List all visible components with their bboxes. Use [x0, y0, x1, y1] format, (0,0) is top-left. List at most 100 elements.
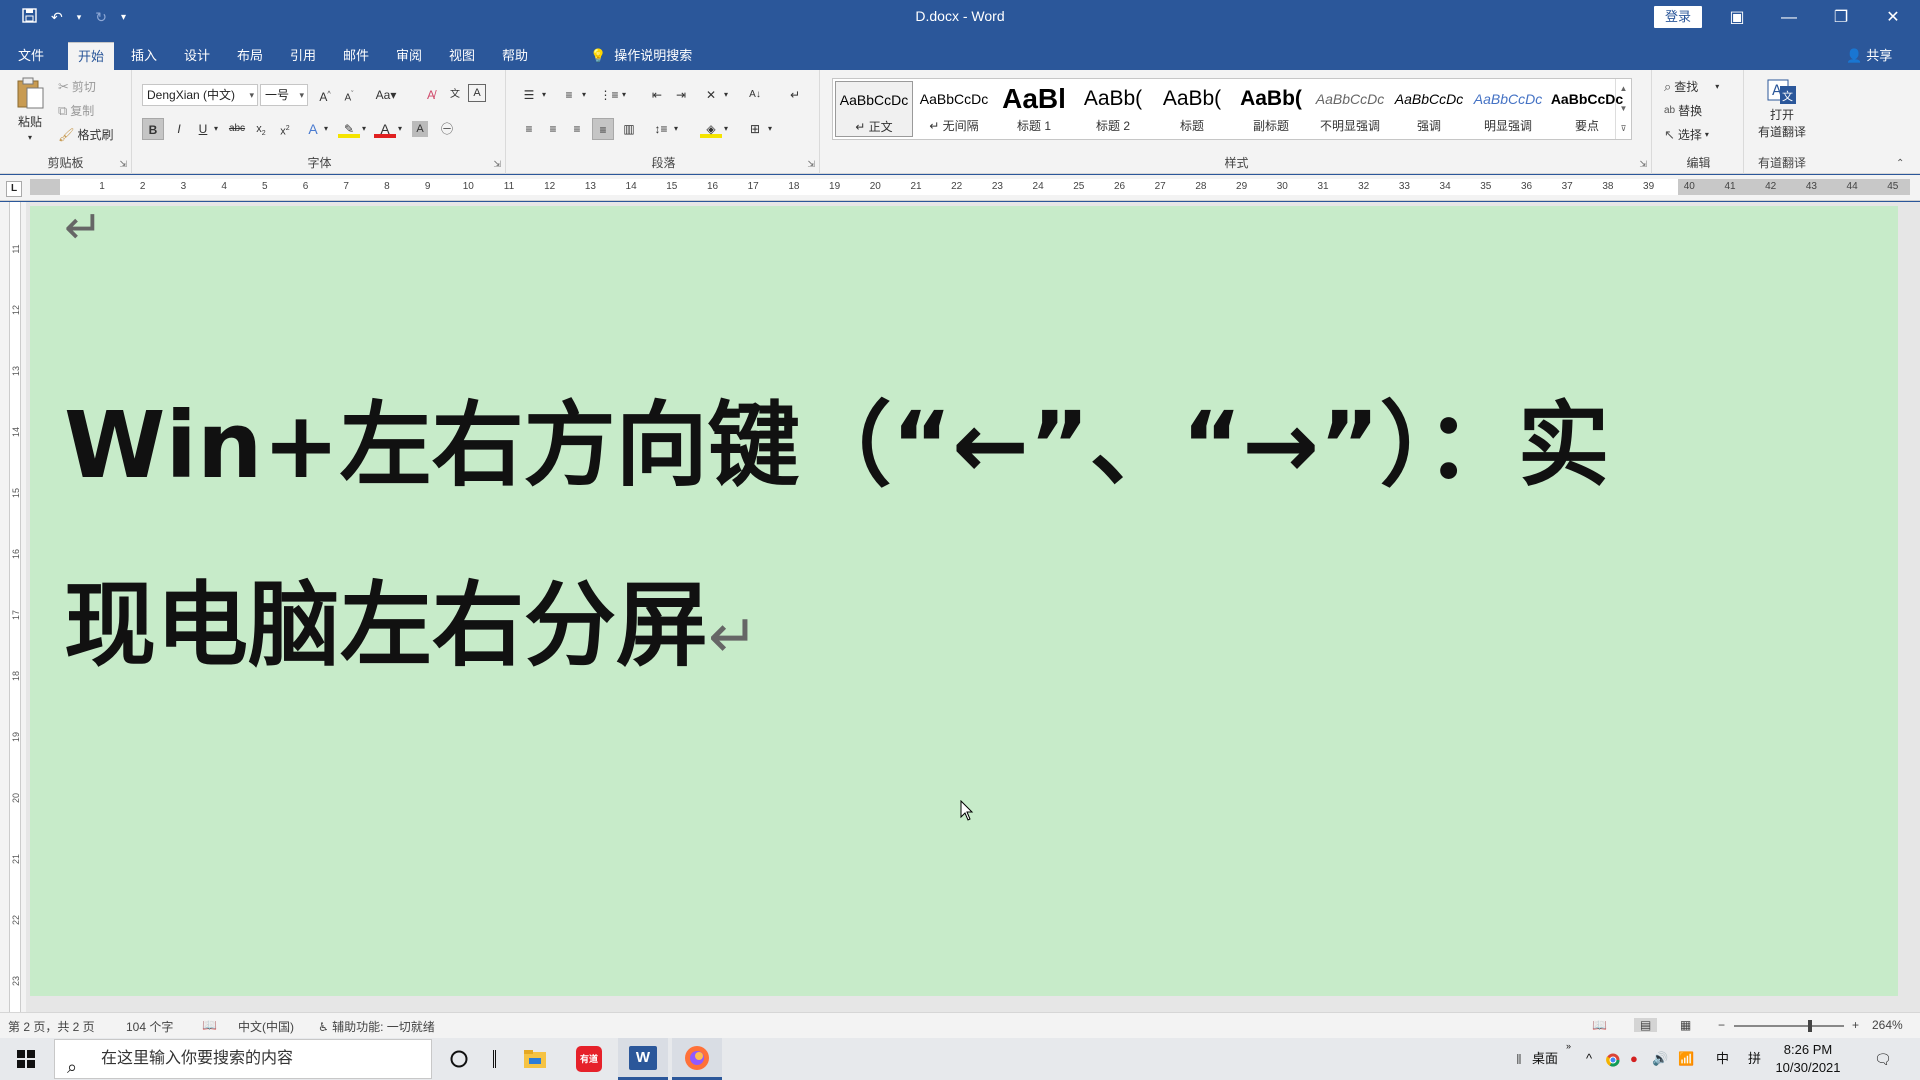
distributed-icon[interactable]: ▥	[618, 118, 640, 140]
multilevel-list-icon[interactable]: ⋮≡	[598, 84, 620, 106]
format-painter-button[interactable]: 🖌 格式刷	[58, 126, 114, 143]
undo-dropdown-icon[interactable]: ▾	[77, 12, 82, 23]
align-right-icon[interactable]: ≡	[566, 118, 588, 140]
font-size-combo[interactable]: 一号 ▾	[260, 84, 308, 106]
character-border-icon[interactable]: A	[468, 84, 486, 102]
zoom-out-button[interactable]: −	[1718, 1018, 1725, 1032]
tab-selector[interactable]: L	[6, 181, 22, 197]
replace-button[interactable]: ab 替换	[1664, 102, 1702, 119]
proofing-icon[interactable]: 📖	[202, 1018, 217, 1032]
chevron-down-icon[interactable]: ▾	[578, 84, 590, 106]
network-icon[interactable]: 📶	[1678, 1038, 1694, 1080]
underline-dropdown-icon[interactable]: ▾	[210, 118, 222, 140]
chevron-down-icon[interactable]: ▾	[394, 118, 406, 140]
bullets-icon[interactable]: ☰	[518, 84, 540, 106]
phonetic-guide-icon[interactable]: 文	[444, 84, 466, 106]
record-tray-icon[interactable]: ●	[1630, 1038, 1638, 1080]
chevron-down-icon[interactable]: ▾	[764, 118, 776, 140]
highlight-icon[interactable]: ✎	[338, 118, 360, 138]
print-layout-icon[interactable]: ▤	[1634, 1018, 1658, 1032]
subscript-icon[interactable]: x2	[250, 118, 272, 140]
page-count[interactable]: 第 2 页，共 2 页	[8, 1018, 95, 1035]
paragraph-launcher-icon[interactable]: ⇲	[807, 159, 815, 170]
align-center-icon[interactable]: ≡	[542, 118, 564, 140]
cut-button[interactable]: ✂ 剪切	[58, 78, 96, 95]
chrome-tray-icon[interactable]	[1606, 1038, 1620, 1080]
ime-mode[interactable]: 拼	[1748, 1038, 1761, 1080]
tab-file[interactable]: 文件	[8, 42, 54, 70]
save-icon[interactable]	[22, 8, 37, 26]
read-mode-icon[interactable]: 📖	[1592, 1018, 1607, 1032]
show-hidden-icons-icon[interactable]: ^	[1586, 1038, 1592, 1080]
asian-layout-icon[interactable]: ✕	[700, 84, 722, 106]
sort-icon[interactable]: A↓	[744, 84, 766, 106]
chevron-down-icon[interactable]: ▾	[320, 118, 332, 140]
enclose-characters-icon[interactable]: ㊀	[436, 118, 458, 140]
line-spacing-icon[interactable]: ↕≡	[650, 118, 672, 140]
styles-launcher-icon[interactable]: ⇲	[1639, 159, 1647, 170]
justify-icon[interactable]: ≡	[592, 118, 614, 140]
style-title[interactable]: AaBb(标题	[1153, 81, 1231, 137]
borders-icon[interactable]: ⊞	[744, 118, 766, 140]
vertical-ruler[interactable]: 11 12 13 14 15 16 17 18 19 20 21 22 23	[0, 202, 26, 1012]
style-subtitle[interactable]: AaBb(副标题	[1232, 81, 1310, 137]
tab-mailings[interactable]: 邮件	[333, 42, 379, 70]
find-button[interactable]: ⌕ 查找 ▾	[1664, 78, 1719, 95]
start-button[interactable]	[0, 1038, 52, 1080]
increase-indent-icon[interactable]: ⇥	[670, 84, 692, 106]
file-explorer-icon[interactable]	[510, 1038, 560, 1080]
document-heading[interactable]: Win+左右方向键（“←”、“→”）：实现电脑左右分屏↵	[64, 356, 1684, 727]
tab-layout[interactable]: 布局	[227, 42, 273, 70]
tell-me-search[interactable]: 💡 操作说明搜索	[590, 42, 692, 70]
bold-icon[interactable]: B	[142, 118, 164, 140]
chevron-down-icon[interactable]: ▾	[618, 84, 630, 106]
character-shading-icon[interactable]: A	[412, 121, 428, 137]
zoom-slider[interactable]	[1734, 1020, 1844, 1032]
redo-icon[interactable]: ↻	[95, 9, 107, 26]
firefox-icon[interactable]	[672, 1038, 722, 1080]
word-app-icon[interactable]: W	[618, 1038, 668, 1080]
clock[interactable]: 8:26 PM 10/30/2021	[1768, 1041, 1848, 1077]
chevron-up-icon[interactable]: ▲	[1616, 79, 1631, 99]
youdao-app-icon[interactable]: 有道	[564, 1038, 614, 1080]
clipboard-launcher-icon[interactable]: ⇲	[119, 159, 127, 170]
font-color-icon[interactable]: A	[374, 118, 396, 138]
tab-review[interactable]: 审阅	[386, 42, 432, 70]
toolbar-expand-icon[interactable]: »	[1566, 1038, 1571, 1080]
customize-icon[interactable]: ▾	[121, 12, 126, 23]
login-button[interactable]: 登录	[1654, 6, 1702, 28]
chevron-down-icon[interactable]: ▾	[358, 118, 370, 140]
style-intense-emphasis[interactable]: AaBbCcDc 明显强调	[1469, 81, 1547, 137]
ribbon-display-options-icon[interactable]: ▣	[1714, 4, 1760, 32]
gallery-scroll[interactable]: ▲ ▼ ⊽	[1615, 79, 1631, 139]
task-view-icon[interactable]	[474, 1038, 514, 1080]
web-layout-icon[interactable]: ▦	[1680, 1018, 1691, 1032]
chevron-down-icon[interactable]: ▾	[720, 118, 732, 140]
share-button[interactable]: 👤 共享	[1846, 42, 1892, 70]
style-normal[interactable]: AaBbCcDc ↵ 正文	[835, 81, 913, 137]
language-status[interactable]: 中文(中国)	[238, 1018, 294, 1035]
chevron-down-icon[interactable]: ▾	[720, 84, 732, 106]
superscript-icon[interactable]: x2	[274, 118, 296, 140]
style-heading-1[interactable]: AaBl 标题 1	[995, 81, 1073, 137]
tab-view[interactable]: 视图	[439, 42, 485, 70]
restore-icon[interactable]: ❐	[1818, 4, 1864, 32]
show-marks-icon[interactable]: ↵	[784, 84, 806, 106]
strikethrough-icon[interactable]: abc	[226, 118, 248, 140]
change-case-icon[interactable]: Aa▾	[370, 84, 402, 106]
zoom-in-button[interactable]: +	[1852, 1018, 1859, 1032]
volume-icon[interactable]: 🔊	[1652, 1038, 1668, 1080]
collapse-ribbon-icon[interactable]: ⌃	[1896, 158, 1904, 169]
open-youdao-translate-button[interactable]: A文 打开 有道翻译	[1752, 78, 1812, 140]
accessibility-status[interactable]: ♿ 辅助功能: 一切就绪	[318, 1018, 435, 1035]
style-heading-2[interactable]: AaBb(标题 2	[1074, 81, 1152, 137]
shrink-font-icon[interactable]: Aˇ	[338, 84, 360, 106]
italic-icon[interactable]: I	[168, 118, 190, 140]
ime-language[interactable]: 中	[1716, 1038, 1729, 1080]
shading-icon[interactable]: ◈	[700, 118, 722, 138]
copy-button[interactable]: ⧉ 复制	[58, 102, 94, 119]
document-area[interactable]: ↵ Win+左右方向键（“←”、“→”）：实现电脑左右分屏↵	[26, 202, 1920, 1012]
minimize-icon[interactable]: —	[1766, 4, 1812, 32]
paste-button[interactable]: 粘贴 ▾	[12, 76, 48, 142]
style-no-spacing[interactable]: AaBbCcDc ↵ 无间隔	[915, 81, 993, 137]
